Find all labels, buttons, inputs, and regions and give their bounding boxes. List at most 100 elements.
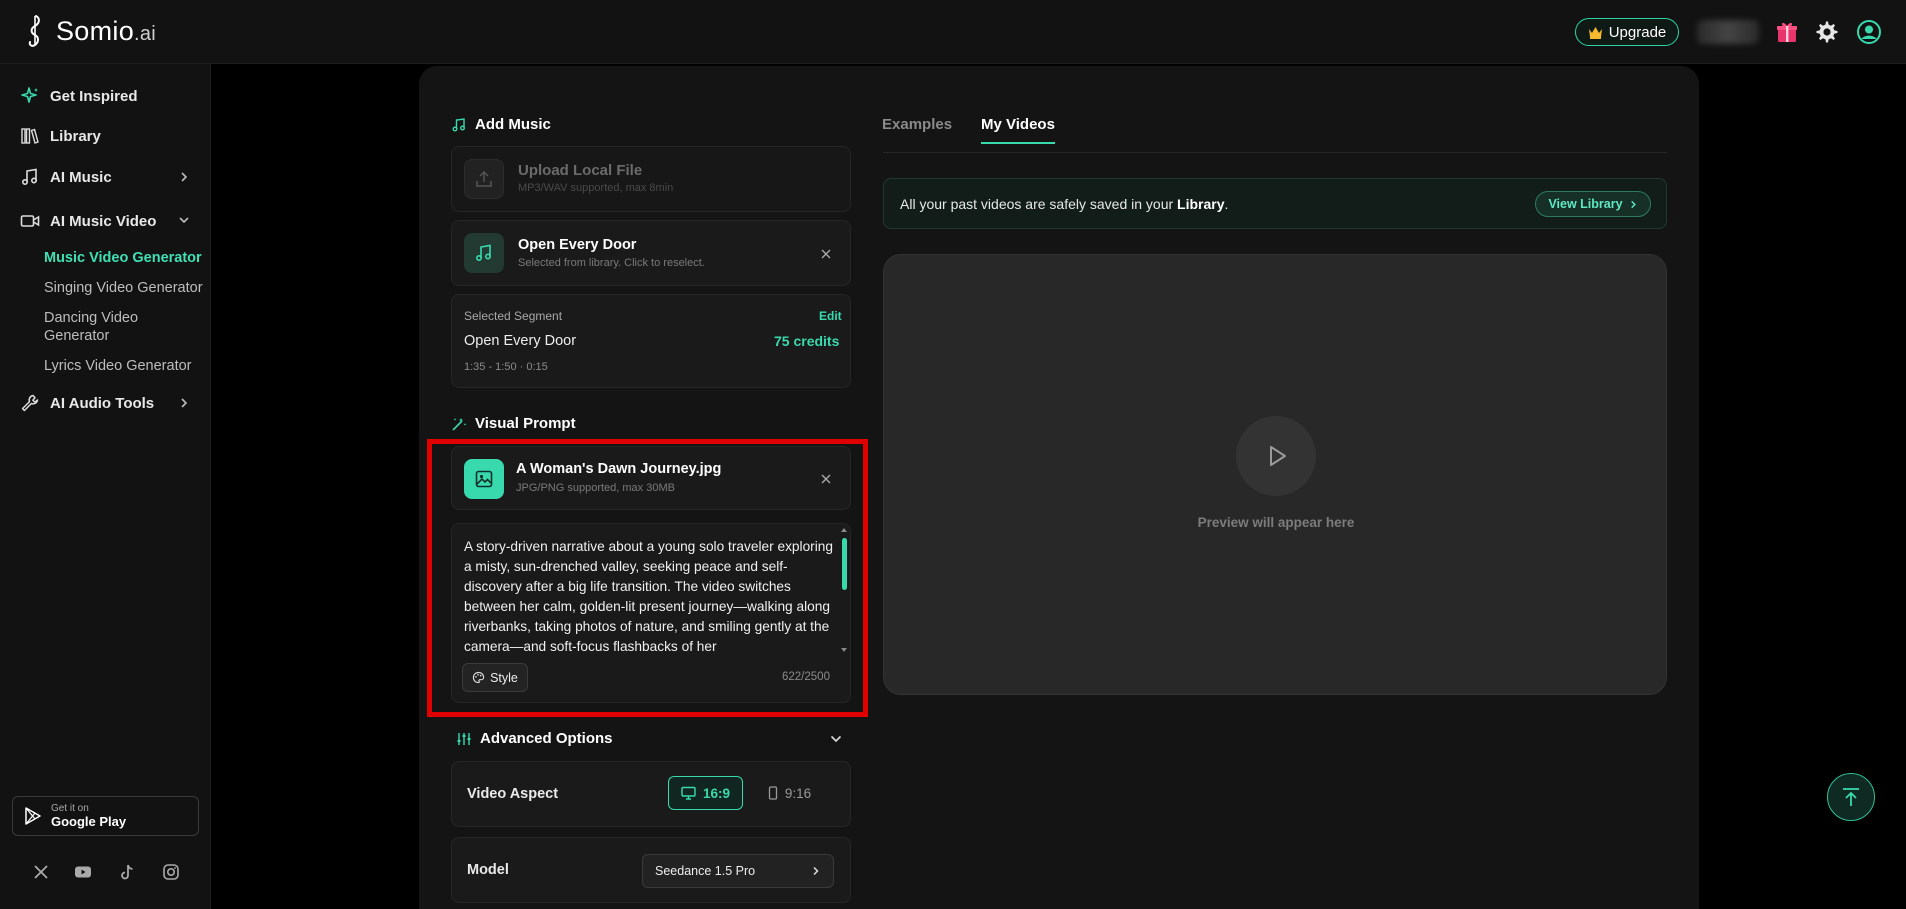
view-library-label: View Library <box>1548 197 1623 211</box>
sidebar-subitem-music-video-generator[interactable]: Music Video Generator <box>44 249 204 267</box>
tab-divider <box>883 152 1667 153</box>
play-button[interactable] <box>1236 416 1316 496</box>
sidebar-subitem-singing-video-generator[interactable]: Singing Video Generator <box>44 279 204 297</box>
model-label: Model <box>467 862 509 878</box>
phone-icon <box>768 786 778 800</box>
upload-subtitle: MP3/WAV supported, max 8min <box>518 182 674 194</box>
notice-suffix: . <box>1224 196 1229 212</box>
upload-icon <box>476 170 492 187</box>
tiktok-icon[interactable] <box>117 862 137 882</box>
music-note-icon <box>475 244 492 262</box>
gear-icon[interactable] <box>1815 20 1839 44</box>
credits-balance <box>1697 20 1759 44</box>
segment-label: Selected Segment <box>464 309 563 323</box>
google-play-small: Get it on <box>51 803 89 814</box>
video-aspect-label: Video Aspect <box>467 786 559 802</box>
monitor-icon <box>681 786 696 800</box>
segment-credits: 75 credits <box>774 333 840 349</box>
remove-song-close-icon[interactable] <box>820 248 832 260</box>
visual-prompt-heading: Visual Prompt <box>451 415 576 432</box>
advanced-options-title: Advanced Options <box>480 730 613 747</box>
tab-examples[interactable]: Examples <box>882 116 952 133</box>
view-library-button[interactable]: View Library <box>1535 191 1651 217</box>
chevron-right-icon <box>813 866 819 876</box>
sparkle-icon <box>21 87 38 103</box>
google-play-big: Google Play <box>51 814 127 829</box>
segment-song: Open Every Door <box>464 333 577 349</box>
upload-local-file-button[interactable]: Upload Local File MP3/WAV supported, max… <box>451 146 851 212</box>
chevron-down-icon <box>179 217 189 224</box>
play-icon <box>1270 446 1286 466</box>
sidebar-item-label: Get Inspired <box>50 87 138 105</box>
aspect-16-9-button[interactable]: 16:9 <box>668 776 743 810</box>
instagram-icon[interactable] <box>161 862 181 882</box>
sidebar-item-ai-music-video[interactable]: AI Music Video <box>20 211 156 231</box>
upload-icon-tile <box>464 159 504 199</box>
aspect-9-16-button[interactable]: 9:16 <box>752 776 827 810</box>
selected-song-title: Open Every Door <box>518 237 637 253</box>
song-icon-tile <box>464 233 504 273</box>
chevron-down-icon[interactable] <box>829 732 843 746</box>
gift-icon[interactable] <box>1775 20 1799 44</box>
add-music-heading: Add Music <box>451 116 551 133</box>
sidebar: Get Inspired Library AI Music AI Music V… <box>0 64 211 909</box>
video-aspect-row: Video Aspect 16:9 9:16 <box>451 761 851 827</box>
sidebar-item-get-inspired[interactable]: Get Inspired <box>20 86 138 106</box>
segment-edit-link[interactable]: Edit <box>819 309 842 323</box>
sidebar-subitem-lyrics-video-generator[interactable]: Lyrics Video Generator <box>44 357 204 375</box>
notice-prefix: All your past videos are safely saved in… <box>900 196 1178 212</box>
library-icon <box>21 128 39 144</box>
model-select[interactable]: Seedance 1.5 Pro <box>642 854 834 888</box>
sidebar-item-label: AI Music <box>50 168 112 186</box>
google-play-button[interactable]: Get it on Google Play <box>12 796 199 836</box>
model-row: Model Seedance 1.5 Pro <box>451 837 851 903</box>
selected-song-subtitle: Selected from library. Click to reselect… <box>518 257 705 269</box>
selected-segment-card: Selected Segment Edit Open Every Door 75… <box>451 294 851 388</box>
sliders-icon <box>457 732 471 745</box>
wrench-icon <box>21 394 39 412</box>
upgrade-label: Upgrade <box>1608 23 1667 41</box>
selected-song-card[interactable]: Open Every Door Selected from library. C… <box>451 220 851 286</box>
top-header: Somio.ai Upgrade <box>0 0 1906 64</box>
logo[interactable]: Somio.ai <box>24 14 156 48</box>
preview-placeholder-text: Preview will appear here <box>1197 515 1355 530</box>
upload-title: Upload Local File <box>518 162 643 179</box>
sidebar-item-ai-music[interactable]: AI Music <box>20 167 112 187</box>
aspect-9-16-label: 9:16 <box>784 785 812 801</box>
add-music-title: Add Music <box>475 116 551 133</box>
advanced-options-heading[interactable]: Advanced Options <box>456 730 613 747</box>
chevron-right-icon <box>181 398 188 408</box>
sidebar-item-label: AI Audio Tools <box>50 394 155 412</box>
upgrade-button[interactable]: Upgrade <box>1575 18 1679 46</box>
library-notice: All your past videos are safely saved in… <box>883 178 1667 229</box>
youtube-icon[interactable] <box>73 862 93 882</box>
sidebar-item-library[interactable]: Library <box>20 126 101 146</box>
arrow-up-icon <box>1843 788 1859 806</box>
sidebar-subitem-dancing-video-generator[interactable]: Dancing Video Generator <box>44 309 156 345</box>
sidebar-item-label: AI Music Video <box>50 212 157 230</box>
video-camera-icon <box>20 215 40 227</box>
video-preview-area: Preview will appear here <box>883 254 1667 695</box>
logo-suffix: .ai <box>134 22 157 45</box>
google-play-icon <box>25 807 41 825</box>
tab-my-videos[interactable]: My Videos <box>981 116 1055 133</box>
logo-name: Somio <box>56 15 135 46</box>
sidebar-item-label: Library <box>50 127 101 145</box>
visual-prompt-title: Visual Prompt <box>475 415 576 432</box>
aspect-16-9-label: 16:9 <box>702 785 731 801</box>
user-avatar-icon[interactable] <box>1857 20 1881 44</box>
model-value: Seedance 1.5 Pro <box>655 864 756 878</box>
notice-library-word: Library <box>1177 196 1225 212</box>
logo-mark-icon <box>28 15 40 47</box>
segment-range: 1:35 - 1:50 · 0:15 <box>464 361 548 373</box>
chevron-right-icon <box>181 172 188 182</box>
scroll-to-top-button[interactable] <box>1827 773 1875 821</box>
x-twitter-icon[interactable] <box>31 862 51 882</box>
magic-wand-icon <box>452 417 467 431</box>
highlight-box <box>427 439 868 717</box>
music-note-icon <box>452 117 465 131</box>
active-tab-indicator <box>981 142 1055 144</box>
sidebar-item-ai-audio-tools[interactable]: AI Audio Tools <box>20 393 154 413</box>
music-note-icon <box>21 168 38 186</box>
chevron-right-icon <box>1630 200 1636 208</box>
